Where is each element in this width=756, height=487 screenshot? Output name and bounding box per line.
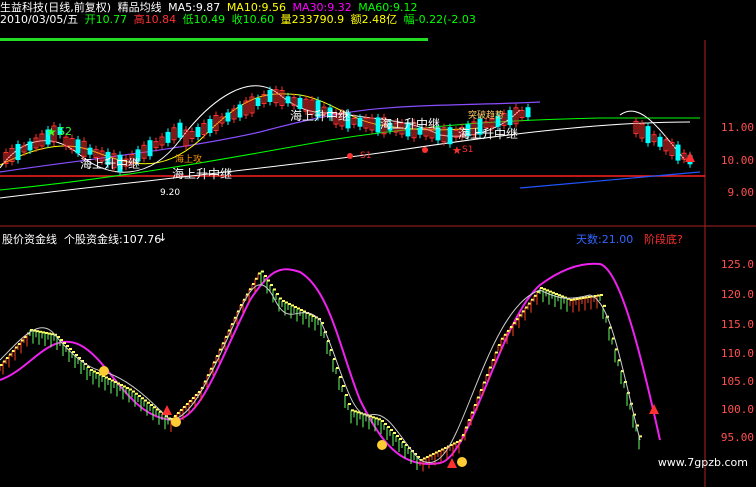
continue-label-3: 海上升中继 bbox=[290, 108, 350, 123]
sub-axis-100: 100.0 bbox=[720, 403, 754, 416]
watermark-text: www.7gpzb.com bbox=[657, 456, 748, 469]
money-bag-icon bbox=[377, 440, 387, 450]
continue-label-1: 海上升中继 bbox=[80, 156, 140, 171]
sub-axis-110: 110.0 bbox=[720, 347, 754, 360]
attack-label: 海上攻 bbox=[175, 153, 202, 165]
sub-days: 天数:21.00 bbox=[576, 233, 634, 246]
sub-arrow: ↓ bbox=[158, 231, 168, 244]
red-dot-1 bbox=[347, 153, 353, 159]
s1-label-1: S1 bbox=[360, 151, 371, 161]
sub-axis-105: 105.0 bbox=[720, 375, 754, 388]
sub-stage: 阶段底? bbox=[644, 233, 683, 246]
axis-label-11: 11.00 bbox=[720, 121, 754, 134]
s1-label-2: S1 bbox=[462, 145, 473, 155]
red-dot-2 bbox=[422, 147, 428, 153]
continue-label-5: 海上升中继 bbox=[458, 126, 518, 141]
sub-title: 股价资金线 bbox=[2, 233, 57, 246]
breakout-label: 突破趋势 bbox=[468, 109, 504, 121]
red-arrow-up-sub-3 bbox=[649, 404, 659, 414]
sub-axis-115: 115.0 bbox=[720, 318, 754, 331]
axis-label-10: 10.00 bbox=[720, 154, 754, 167]
money-bag-icon bbox=[171, 417, 181, 427]
red-arrow-up-sub-1 bbox=[162, 405, 172, 415]
magenta-curve bbox=[0, 262, 661, 465]
axis-label-9: 9.00 bbox=[727, 186, 755, 199]
sub-axis-125: 125.0 bbox=[720, 258, 754, 271]
money-bag-icon bbox=[457, 457, 467, 467]
blue-trend-line bbox=[519, 171, 701, 189]
s2-star-icon: ★ bbox=[46, 125, 57, 139]
red-arrow-up-sub-2 bbox=[447, 458, 457, 468]
sub-axis-120: 120.0 bbox=[720, 288, 754, 301]
sub-value: 个股资金线:107.76 bbox=[64, 233, 162, 246]
star-marker-1: ★ bbox=[452, 144, 462, 157]
continue-label-2: 海上升中继 bbox=[172, 166, 232, 181]
low-price-label: 9.20 bbox=[160, 188, 180, 198]
continue-label-4: 海上升中继 bbox=[380, 116, 440, 131]
s2-label: S2 bbox=[58, 125, 72, 138]
sub-bar-group bbox=[0, 270, 642, 472]
money-bag-icon bbox=[99, 366, 109, 376]
sub-axis-95: 95.00 bbox=[720, 431, 754, 444]
